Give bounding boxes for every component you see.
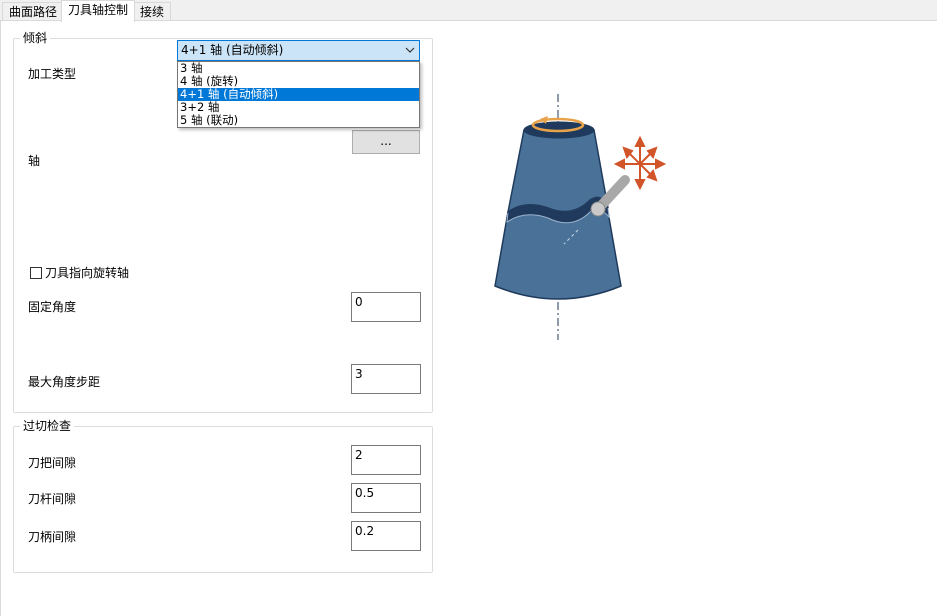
fixed-angle-label: 固定角度: [28, 300, 77, 314]
tab-tool-axis-control[interactable]: 刀具轴控制: [61, 0, 136, 22]
machining-type-value: 4+1 轴 (自动倾斜): [181, 43, 284, 57]
tab-strip: 曲面路径 刀具轴控制 接续: [0, 0, 937, 22]
arbor-clearance-input[interactable]: 0.2: [351, 521, 421, 551]
arbor-clearance-label: 刀柄间隙: [28, 530, 77, 544]
tilt-illustration: [494, 94, 667, 340]
holder-clearance-label: 刀把间隙: [28, 456, 77, 470]
tilt-group-title: 倾斜: [20, 30, 51, 46]
gouge-check-group-title: 过切检查: [20, 418, 75, 434]
max-angle-step-label: 最大角度步距: [28, 375, 101, 389]
point-to-axis-checkbox[interactable]: [30, 267, 42, 279]
tool-ball-tip: [590, 201, 606, 217]
tab-surface-path[interactable]: 曲面路径: [2, 2, 65, 21]
axis-label: 轴: [28, 154, 41, 168]
part-lower-body: [494, 211, 622, 300]
axis-browse-button[interactable]: ...: [352, 130, 420, 154]
machining-type-select[interactable]: 4+1 轴 (自动倾斜): [177, 40, 420, 61]
tab-linking[interactable]: 接续: [133, 2, 172, 21]
machining-type-label: 加工类型: [28, 67, 77, 81]
machining-type-dropdown: 3 轴 4 轴 (旋转) 4+1 轴 (自动倾斜) 3+2 轴 5 轴 (联动): [177, 61, 420, 128]
fixed-angle-input[interactable]: 0: [351, 292, 421, 322]
shank-clearance-label: 刀杆间隙: [28, 492, 77, 506]
point-to-axis-label: 刀具指向旋转轴: [45, 266, 130, 280]
chevron-down-icon: [405, 47, 415, 53]
max-angle-step-input[interactable]: 3: [351, 364, 421, 394]
holder-clearance-input[interactable]: 2: [351, 445, 421, 475]
shank-clearance-input[interactable]: 0.5: [351, 483, 421, 513]
option-5-axis-simultaneous[interactable]: 5 轴 (联动): [178, 114, 419, 127]
